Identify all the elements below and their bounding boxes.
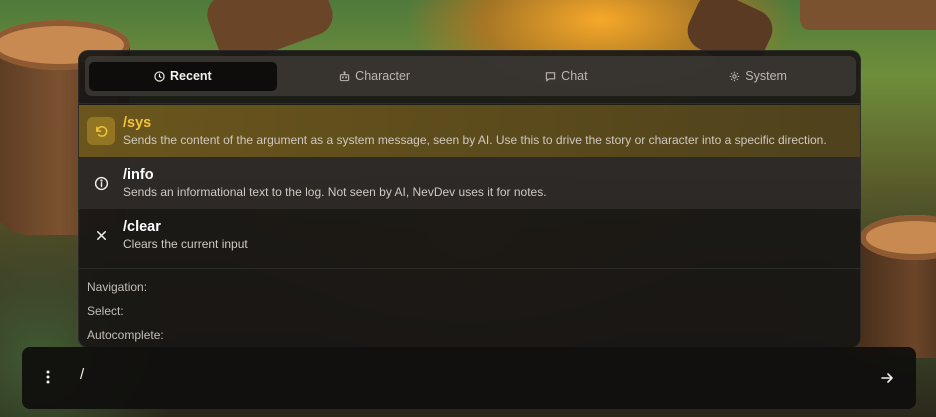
close-icon [96, 230, 106, 240]
tab-system[interactable]: System [664, 62, 852, 91]
options-menu-button[interactable] [38, 367, 58, 387]
undo-icon [95, 125, 107, 137]
command-description: Sends an informational text to the log. … [123, 185, 547, 199]
category-tabs: Recent Character Chat System [85, 56, 856, 96]
command-palette: Recent Character Chat System /sys Sends … [78, 50, 861, 348]
tab-label: Character [355, 69, 411, 83]
command-description: Clears the current input [123, 237, 248, 251]
tab-recent[interactable]: Recent [89, 61, 277, 91]
divider [79, 103, 860, 104]
command-text: /sys Sends the content of the argument a… [123, 114, 860, 148]
send-button[interactable] [877, 368, 897, 388]
command-icon-box [87, 169, 115, 197]
tab-character[interactable]: Character [281, 62, 469, 91]
tree-stump [800, 0, 936, 30]
command-text: /info Sends an informational text to the… [123, 166, 860, 200]
tab-label: Chat [561, 69, 588, 83]
message-input[interactable] [80, 361, 860, 387]
hint-autocomplete: Autocomplete: [87, 328, 164, 342]
arrow-right-icon [881, 373, 893, 383]
command-text: /clear Clears the current input [123, 218, 860, 252]
tab-label: System [745, 69, 787, 83]
info-icon [94, 176, 108, 190]
command-icon-box [87, 117, 115, 145]
command-description: Sends the content of the argument as a s… [123, 133, 827, 147]
command-item-sys[interactable]: /sys Sends the content of the argument a… [79, 105, 860, 157]
command-item-clear[interactable]: /clear Clears the current input [79, 209, 860, 261]
vertical-ellipsis-icon [46, 370, 50, 384]
tab-label: Recent [170, 69, 212, 83]
command-name: /clear [123, 219, 161, 235]
tab-chat[interactable]: Chat [473, 62, 661, 91]
command-name: /sys [123, 115, 152, 131]
gear-icon [730, 71, 740, 81]
chat-input-bar [22, 347, 916, 409]
chat-bubble-icon [545, 71, 556, 82]
divider [79, 268, 860, 269]
clock-icon [154, 70, 165, 82]
command-name: /info [123, 167, 154, 183]
command-icon-box [87, 221, 115, 249]
hint-navigation: Navigation: [87, 280, 148, 294]
robot-icon [339, 70, 350, 81]
command-item-info[interactable]: /info Sends an informational text to the… [79, 157, 860, 209]
hint-select: Select: [87, 304, 124, 318]
